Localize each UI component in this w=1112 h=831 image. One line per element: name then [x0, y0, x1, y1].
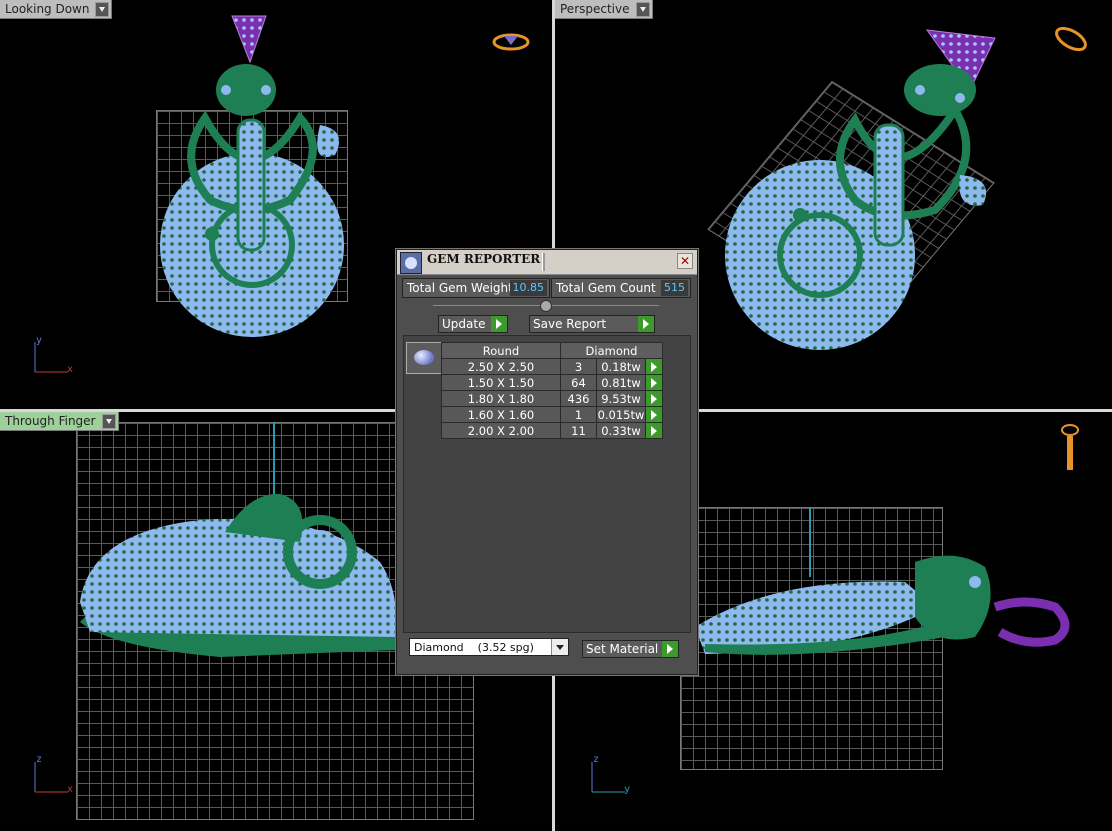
- axis-label-x: x: [67, 784, 74, 795]
- gem-weight: 0.015tw: [596, 406, 646, 423]
- gem-table: Round Diamond 2.50 X 2.50 3 0.18tw 1.50 …: [441, 342, 663, 439]
- total-gem-weight-label: Total Gem Weight: [407, 281, 513, 295]
- gem-count: 11: [560, 422, 597, 439]
- row-go-button[interactable]: [645, 390, 663, 407]
- gem-size: 2.50 X 2.50: [441, 358, 561, 375]
- viewport-label-through-finger[interactable]: Through Finger: [0, 412, 119, 431]
- gem-table-header: Round Diamond: [441, 342, 663, 359]
- dialog-title: GEM REPORTER: [427, 252, 541, 266]
- save-report-button-label: Save Report: [533, 317, 607, 331]
- dialog-titlebar[interactable]: GEM REPORTER ✕: [397, 250, 697, 275]
- axis-label-x: x: [67, 364, 74, 375]
- gem-size: 1.50 X 1.50: [441, 374, 561, 391]
- table-row[interactable]: 1.50 X 1.50 64 0.81tw: [441, 374, 663, 391]
- row-go-button[interactable]: [645, 374, 663, 391]
- chevron-down-icon[interactable]: [635, 2, 650, 17]
- play-arrow-icon: [638, 316, 654, 332]
- gem-reporter-dialog: GEM REPORTER ✕ Total Gem Weight 10.85 To…: [396, 249, 698, 675]
- axis-label-y: y: [36, 335, 43, 346]
- gem-weight: 9.53tw: [596, 390, 646, 407]
- chevron-down-icon[interactable]: [551, 639, 568, 655]
- gem-weight: 0.33tw: [596, 422, 646, 439]
- view-cube-ring-icon[interactable]: [1058, 422, 1082, 474]
- axis-label-z: z: [593, 754, 600, 765]
- viewport-label-perspective[interactable]: Perspective: [555, 0, 653, 19]
- material-select-value: Diamond (3.52 spg): [414, 641, 534, 654]
- collapse-knob-icon[interactable]: [540, 300, 552, 312]
- viewport-label-text: Through Finger: [5, 414, 96, 428]
- row-go-button[interactable]: [645, 358, 663, 375]
- table-row[interactable]: 1.80 X 1.80 436 9.53tw: [441, 390, 663, 407]
- table-row[interactable]: 1.60 X 1.60 1 0.015tw: [441, 406, 663, 423]
- gem-count: 1: [560, 406, 597, 423]
- round-gem-icon[interactable]: [406, 342, 442, 374]
- material-select[interactable]: Diamond (3.52 spg): [409, 638, 569, 656]
- material-header: Diamond: [560, 342, 663, 359]
- play-arrow-icon: [491, 316, 507, 332]
- viewport-label-text: Looking Down: [5, 2, 90, 16]
- row-go-button[interactable]: [645, 422, 663, 439]
- total-gem-count-value: 515: [661, 280, 688, 296]
- gem-count: 3: [560, 358, 597, 375]
- axis-label-y: y: [624, 784, 631, 795]
- gem-weight: 0.81tw: [596, 374, 646, 391]
- gem-size: 2.00 X 2.00: [441, 422, 561, 439]
- update-button[interactable]: Update: [438, 315, 508, 333]
- view-cube-ring-icon[interactable]: [491, 31, 531, 53]
- viewport-label-text: Perspective: [560, 2, 630, 16]
- gem-size: 1.60 X 1.60: [441, 406, 561, 423]
- gem-weight: 0.18tw: [596, 358, 646, 375]
- total-gem-weight: Total Gem Weight 10.85: [402, 278, 550, 298]
- chevron-down-icon[interactable]: [95, 2, 110, 17]
- update-button-label: Update: [442, 317, 486, 331]
- viewport-label-looking-down[interactable]: Looking Down: [0, 0, 113, 19]
- gem-count: 64: [560, 374, 597, 391]
- total-gem-count: Total Gem Count 515: [551, 278, 691, 298]
- shape-header: Round: [441, 342, 561, 359]
- close-button[interactable]: ✕: [677, 253, 693, 269]
- gem-count: 436: [560, 390, 597, 407]
- save-report-button[interactable]: Save Report: [529, 315, 655, 333]
- total-gem-weight-value: 10.85: [509, 280, 547, 296]
- total-gem-count-label: Total Gem Count: [556, 281, 656, 295]
- table-row[interactable]: 2.50 X 2.50 3 0.18tw: [441, 358, 663, 375]
- gem-size: 1.80 X 1.80: [441, 390, 561, 407]
- gem-reporter-app-icon: [400, 252, 422, 274]
- row-go-button[interactable]: [645, 406, 663, 423]
- view-cube-ring-icon[interactable]: [1052, 25, 1092, 55]
- titlebar-divider: [542, 253, 545, 271]
- play-arrow-icon: [662, 641, 678, 657]
- chevron-down-icon[interactable]: [101, 414, 116, 429]
- set-material-button[interactable]: Set Material: [582, 640, 679, 658]
- table-row[interactable]: 2.00 X 2.00 11 0.33tw: [441, 422, 663, 439]
- axis-label-z: z: [36, 754, 43, 765]
- set-material-button-label: Set Material: [586, 642, 659, 656]
